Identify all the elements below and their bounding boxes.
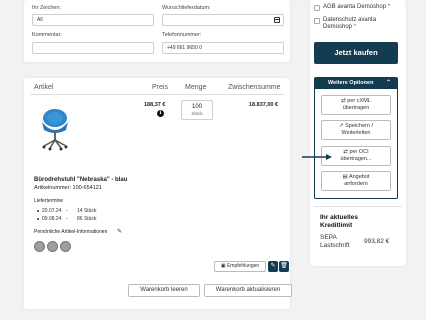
info-icon[interactable]: i: [157, 110, 164, 117]
bullet: [37, 218, 39, 220]
clear-cart-button[interactable]: Warenkorb leeren: [128, 284, 200, 297]
header-divider: [30, 94, 284, 95]
delivery-date-input[interactable]: [162, 14, 284, 26]
credit-limit-title: Ihr aktuelles: [320, 214, 358, 221]
personal-info-link[interactable]: Persönliche Artikel-Informationen: [34, 229, 107, 235]
order-details-form: Ihr Zeichen: All Wunschlieferdatum: Komm…: [24, 0, 290, 62]
checkout-sidebar: AGB avanta Demoshop * Datenschutz avanta…: [310, 0, 406, 266]
delivery-date-2: 09.08.24: [42, 216, 62, 222]
bullet: [37, 210, 39, 212]
header-article: Artikel: [34, 84, 54, 91]
edit-icon[interactable]: ✎: [117, 228, 122, 235]
quantity-input[interactable]: 100 Stück: [181, 100, 213, 120]
edit-item-button[interactable]: ✎: [268, 261, 278, 272]
unit-price: 188,37 €: [144, 102, 166, 108]
delivery-qty-2: 86 Stück: [77, 216, 97, 222]
comment-label: Kommentar:: [32, 32, 62, 38]
recommendations-label: Empfehlungen: [226, 263, 260, 269]
header-price: Preis: [152, 84, 168, 91]
article-number: Artikelnummer: 100-654121: [34, 185, 102, 191]
line-subtotal: 18.837,00 €: [249, 102, 279, 108]
cart-table: Artikel Preis Menge Zwischensumme 188,37…: [24, 78, 292, 309]
more-options-label: Weitere Optionen: [328, 80, 374, 86]
delete-item-button[interactable]: 🗑: [279, 261, 289, 272]
agb-checkbox[interactable]: [314, 5, 320, 11]
quantity-unit: Stück: [191, 111, 203, 116]
payment-method-2: Lastschrift: [320, 242, 350, 249]
more-options-panel: Weitere Optionen ⌃ ⇄ per cXML übertragen …: [314, 77, 398, 199]
delivery-sep-2: -: [66, 216, 68, 222]
buy-now-button[interactable]: Jetzt kaufen: [314, 42, 398, 64]
badge-icon: [60, 241, 71, 252]
product-name[interactable]: Bürodrehstuhl "Nebraska" - blau: [34, 177, 127, 183]
save-forward-button[interactable]: ↗ Speichern / Weiterleiten: [321, 120, 391, 140]
phone-input[interactable]: +49 661 9650 0: [162, 42, 284, 54]
chevron-up-icon[interactable]: ⌃: [386, 78, 391, 89]
quantity-value[interactable]: 100: [182, 104, 212, 110]
delivery-date-label: Wunschlieferdatum:: [162, 5, 211, 11]
comment-input[interactable]: [32, 42, 154, 54]
recommendations-button[interactable]: ▣ Empfehlungen: [214, 261, 266, 272]
more-options-toggle[interactable]: Weitere Optionen ⌃: [315, 78, 397, 89]
update-cart-button[interactable]: Warenkorb aktualisieren: [204, 284, 292, 297]
badge-icon: [34, 241, 45, 252]
required-star: *: [353, 24, 357, 30]
agb-label[interactable]: AGB avanta Demoshop *: [323, 4, 390, 11]
delivery-qty-1: 14 Stück: [77, 208, 97, 214]
badge-icon: [47, 241, 58, 252]
divider: [314, 206, 402, 207]
privacy-checkbox[interactable]: [314, 18, 320, 24]
transfer-cxml-button[interactable]: ⇄ per cXML übertragen: [321, 95, 391, 115]
delivery-title: Liefertermine: [34, 198, 64, 204]
arrow-annotation: [302, 154, 332, 160]
calendar-icon[interactable]: [274, 17, 280, 23]
header-subtotal: Zwischensumme: [228, 84, 281, 91]
required-star: *: [387, 4, 391, 10]
delivery-sep-1: -: [66, 208, 68, 214]
payment-method: SEPA: [320, 234, 337, 241]
product-image[interactable]: [36, 108, 74, 152]
reference-label: Ihr Zeichen:: [32, 5, 62, 11]
request-quote-button[interactable]: ▤ Angebot anfordern: [321, 171, 391, 191]
reference-input[interactable]: All: [32, 14, 154, 26]
privacy-label[interactable]: Datenschutz avanta Demoshop *: [323, 17, 376, 31]
phone-label: Telefonnummer:: [162, 32, 202, 38]
delivery-date-1: 20.07.24: [42, 208, 62, 214]
header-qty: Menge: [185, 84, 207, 91]
credit-amount: 993,82 €: [364, 238, 390, 245]
credit-limit-title-2: Kreditlimit: [320, 222, 353, 229]
